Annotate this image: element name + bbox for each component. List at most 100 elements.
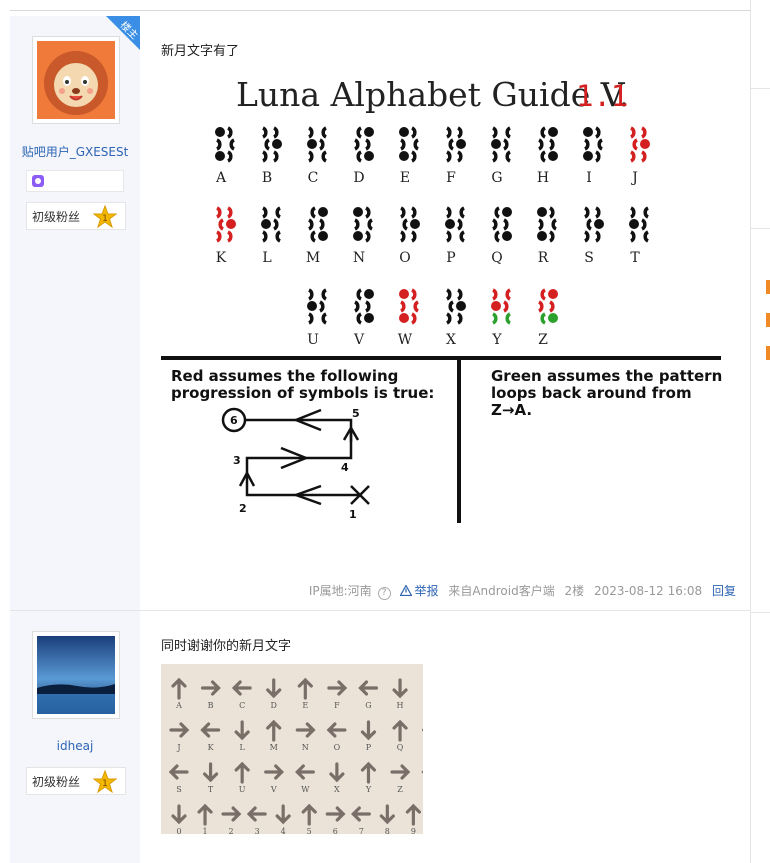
sidebar-divider — [751, 612, 770, 613]
luna-glyph-stroke — [456, 139, 466, 149]
luna-glyph-stroke — [595, 150, 601, 163]
luna-glyph-stroke — [400, 138, 406, 151]
moon-script-symbol — [358, 680, 379, 696]
luna-glyph-stroke — [457, 126, 463, 139]
luna-glyph-stroke — [459, 206, 465, 219]
luna-glyph-stroke — [310, 230, 316, 243]
moon-script-letter: Q — [397, 743, 404, 752]
report-link[interactable]: 举报 — [399, 584, 438, 598]
sidebar-divider — [751, 228, 770, 229]
luna-glyph-stroke — [308, 288, 314, 301]
luna-glyph-stroke — [364, 289, 374, 299]
luna-letter-label: Q — [491, 250, 502, 266]
moon-script-letter: 3 — [255, 827, 260, 834]
luna-glyph-stroke — [273, 218, 279, 231]
luna-glyph-stroke — [215, 151, 225, 161]
svg-text:4: 4 — [341, 461, 349, 474]
top-divider — [10, 10, 750, 11]
moon-script-symbol — [221, 806, 242, 822]
luna-glyph-stroke — [318, 207, 328, 217]
moon-script-symbol — [197, 803, 213, 826]
moon-script-letter: G — [365, 701, 371, 710]
luna-letter-label: H — [537, 170, 549, 186]
source-label: 来自Android客户端 — [448, 584, 555, 598]
avatar[interactable] — [32, 631, 120, 719]
luna-glyph-stroke — [551, 218, 557, 231]
moon-script-symbol — [301, 803, 317, 826]
luna-glyph-stroke — [632, 138, 638, 151]
luna-glyph-stroke — [321, 288, 327, 301]
luna-glyph-stroke — [413, 138, 419, 151]
post-image-luna-alphabet[interactable]: Luna Alphabet Guide V. 1.1 A B C D E F G H I J K L M… — [161, 68, 726, 530]
luna-glyph-stroke — [410, 219, 420, 229]
moon-script-symbol — [234, 720, 250, 741]
luna-glyph-stroke — [537, 207, 547, 217]
luna-glyph-stroke — [365, 206, 371, 219]
luna-glyph-stroke — [399, 151, 409, 161]
fan-level-badge[interactable]: 初级粉丝 1 — [26, 767, 126, 795]
luna-glyph-stroke — [319, 300, 325, 313]
avatar[interactable] — [32, 36, 120, 124]
luna-letter-label: B — [262, 170, 272, 186]
sidebar-rank-marker — [766, 313, 770, 327]
author-username[interactable]: 贴吧用户_GXESESt — [10, 143, 140, 160]
luna-glyph-stroke — [583, 127, 593, 137]
moon-script-symbol — [392, 719, 408, 742]
moon-script-symbol — [325, 806, 346, 822]
luna-letter-label: G — [491, 170, 502, 186]
svg-text:5: 5 — [352, 407, 360, 420]
luna-glyph-stroke — [446, 288, 452, 301]
luna-glyph-stroke — [356, 312, 362, 325]
moon-script-letter: U — [239, 785, 246, 794]
luna-glyph-stroke — [643, 230, 649, 243]
luna-letter-label: F — [446, 170, 456, 186]
luna-letter-label: L — [262, 250, 271, 266]
member-badge[interactable] — [26, 170, 124, 192]
luna-glyph-stroke — [411, 150, 417, 163]
luna-glyph-stroke — [595, 206, 601, 219]
luna-glyph-stroke — [273, 150, 279, 163]
luna-glyph-stroke — [459, 230, 465, 243]
luna-glyph-stroke — [365, 300, 371, 313]
luna-glyph-stroke — [538, 218, 544, 231]
luna-glyph-stroke — [491, 139, 501, 149]
moon-script-letter: X — [334, 785, 340, 794]
help-icon[interactable]: ? — [377, 587, 391, 600]
reply-button[interactable]: 回复 — [712, 584, 736, 598]
moon-script-letter: 0 — [176, 827, 181, 834]
luna-glyph-stroke — [411, 230, 417, 243]
luna-glyph-stroke — [446, 230, 452, 243]
luna-glyph-stroke — [354, 138, 360, 151]
luna-glyph-stroke — [262, 206, 268, 219]
luna-glyph-stroke — [595, 126, 601, 139]
luna-glyph-stroke — [308, 126, 314, 139]
luna-letter-label: P — [446, 250, 455, 266]
author-username[interactable]: idheaj — [10, 739, 140, 753]
luna-glyph-stroke — [548, 289, 558, 299]
luna-glyph-stroke — [641, 218, 647, 231]
luna-glyph-stroke — [262, 150, 268, 163]
post-floor-2: 楼主 贴吧用户_GXESESt 初级粉丝 1 新月文字有了 Luna Alpha… — [10, 16, 750, 610]
luna-glyph-stroke — [365, 230, 371, 243]
post-image-moon-script-chart[interactable]: ABCDEFGHIJKLMNOPQRSTUVWXYZ?0123456789 — [161, 664, 442, 836]
green-note: Green assumes the pattern loops back aro… — [491, 367, 726, 419]
fan-level-badge[interactable]: 初级粉丝 1 — [26, 202, 126, 230]
moon-script-symbol — [266, 678, 282, 699]
luna-glyph-stroke — [226, 219, 236, 229]
luna-glyph-stroke — [216, 230, 222, 243]
fan-level-label: 初级粉丝 — [32, 775, 81, 789]
sidebar-rank-marker — [766, 346, 770, 360]
luna-glyph-stroke — [503, 300, 509, 313]
luna-glyph-stroke — [216, 138, 222, 151]
moon-script-letter: O — [334, 743, 341, 752]
moon-script-symbol — [231, 680, 252, 696]
luna-glyph-stroke — [411, 206, 417, 219]
luna-glyph-stroke — [400, 230, 406, 243]
moon-script-symbol — [169, 722, 190, 738]
luna-glyph-stroke — [503, 138, 509, 151]
luna-glyph-stroke — [446, 150, 452, 163]
moon-script-letter: M — [270, 743, 278, 752]
luna-glyph-stroke — [364, 151, 374, 161]
luna-glyph-stroke — [273, 126, 279, 139]
moon-script-symbol — [264, 764, 284, 780]
